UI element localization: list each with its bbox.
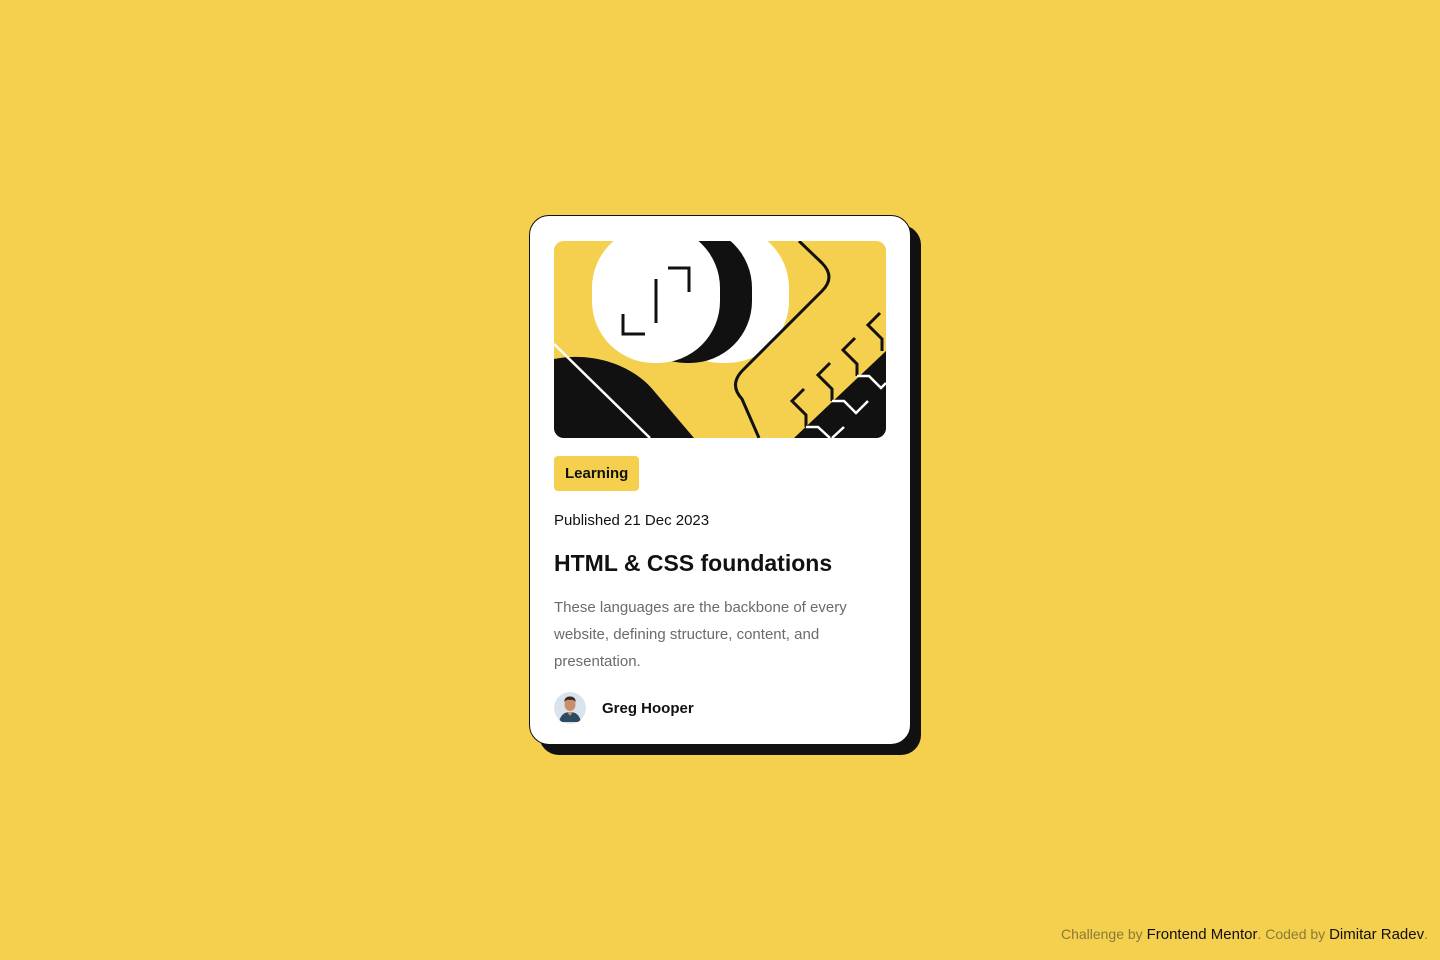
- attribution-prefix: Challenge by: [1060, 926, 1147, 942]
- coder-link[interactable]: Dimitar Radev: [1329, 926, 1424, 943]
- author-info: Greg Hooper: [554, 692, 886, 724]
- published-date: Published 21 Dec 2023: [554, 512, 710, 529]
- card-illustration: [554, 241, 886, 438]
- blog-preview-card: Learning Published 21 Dec 2023 HTML & CS…: [529, 215, 911, 745]
- category-tag: Learning: [554, 456, 640, 491]
- attribution-suffix: .: [1424, 926, 1428, 942]
- card-title[interactable]: HTML & CSS foundations: [554, 548, 886, 578]
- author-name: Greg Hooper: [602, 699, 694, 717]
- card-description: These languages are the backbone of ever…: [554, 599, 847, 670]
- author-avatar: [554, 692, 586, 724]
- attribution: Challenge by Frontend Mentor. Coded by D…: [1061, 926, 1428, 943]
- frontend-mentor-link[interactable]: Frontend Mentor: [1147, 926, 1258, 943]
- page: Learning Published 21 Dec 2023 HTML & CS…: [0, 0, 1440, 960]
- attribution-middle: . Coded by: [1257, 926, 1330, 942]
